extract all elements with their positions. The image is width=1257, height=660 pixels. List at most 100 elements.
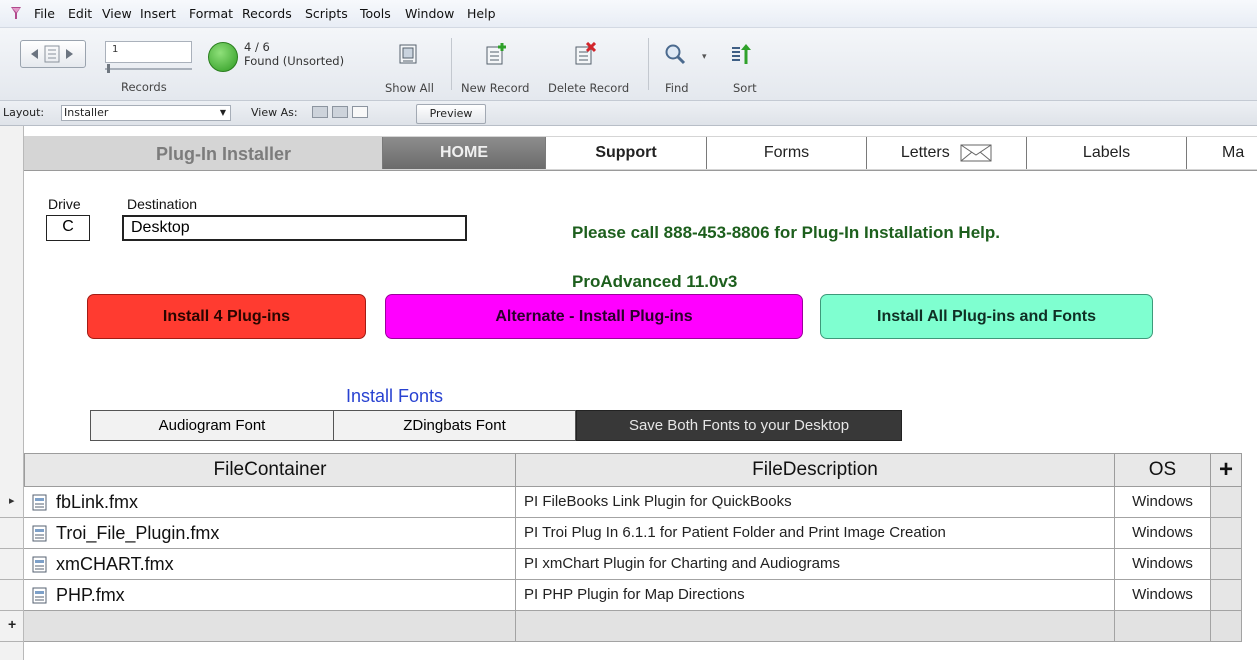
new-row-cell (1211, 611, 1242, 642)
record-marker (0, 580, 23, 611)
find-dropdown-icon[interactable]: ▾ (702, 52, 707, 62)
table-row[interactable]: PHP.fmx (24, 580, 516, 611)
menu-view[interactable]: View (102, 6, 132, 21)
delete-record-button[interactable]: Delete Record (548, 81, 629, 95)
menu-format[interactable]: Format (189, 6, 233, 21)
menu-insert[interactable]: Insert (140, 6, 176, 21)
menu-records[interactable]: Records (242, 6, 292, 21)
file-os[interactable]: Windows (1115, 518, 1211, 549)
install-fonts-heading: Install Fonts (346, 386, 444, 406)
menu-bar: File Edit View Insert Format Records Scr… (0, 0, 1257, 28)
record-slider-handle[interactable] (107, 64, 110, 73)
file-os[interactable]: Windows (1115, 487, 1211, 518)
file-name: fbLink.fmx (56, 492, 139, 512)
menu-scripts[interactable]: Scripts (305, 6, 348, 21)
record-book-icon[interactable] (21, 41, 85, 67)
install-all-button[interactable]: Install All Plug-ins and Fonts (820, 294, 1153, 339)
table-row[interactable]: Troi_File_Plugin.fmx (24, 518, 516, 549)
menu-help[interactable]: Help (467, 6, 496, 21)
drive-label: Drive (48, 196, 81, 212)
file-name: Troi_File_Plugin.fmx (56, 523, 220, 543)
show-all-button[interactable]: Show All (385, 81, 434, 95)
layout-title: Plug-In Installer (156, 144, 292, 164)
find-button[interactable]: Find (665, 81, 689, 95)
destination-field[interactable]: Desktop (122, 215, 467, 241)
view-as-list-button[interactable] (332, 106, 348, 118)
file-container-icon (32, 525, 47, 542)
tab-labels[interactable]: Labels (1026, 137, 1186, 169)
tab-home[interactable]: HOME (382, 137, 545, 169)
layout-value: Installer (64, 106, 109, 119)
version-text: ProAdvanced 11.0v3 (572, 272, 738, 291)
view-as-form-button[interactable] (312, 106, 328, 118)
column-header-filedescription[interactable]: FileDescription (516, 453, 1115, 487)
layout-label: Layout: (3, 106, 45, 119)
find-icon[interactable] (664, 42, 686, 66)
status-toolbar: 1 Records 4 / 6 Found (Unsorted) Show Al… (0, 28, 1257, 101)
destination-label: Destination (127, 196, 198, 212)
tab-letters-label: Letters (900, 144, 950, 161)
column-header-filecontainer[interactable]: FileContainer (24, 453, 516, 487)
menu-tools[interactable]: Tools (360, 6, 391, 21)
tab-forms[interactable]: Forms (706, 137, 866, 169)
file-os[interactable]: Windows (1115, 580, 1211, 611)
table-row[interactable]: fbLink.fmx (24, 487, 516, 518)
table-row[interactable]: xmCHART.fmx (24, 549, 516, 580)
menu-edit[interactable]: Edit (68, 6, 92, 21)
new-record-icon[interactable] (485, 42, 507, 66)
new-record-button[interactable]: New Record (461, 81, 529, 95)
layout-select[interactable]: Installer ▼ (61, 105, 231, 121)
record-marker (0, 518, 23, 549)
save-both-fonts-button[interactable]: Save Both Fonts to your Desktop (576, 410, 902, 441)
current-record-field[interactable]: 1 (105, 41, 192, 63)
new-record-marker[interactable]: + (0, 611, 23, 642)
new-row-cell[interactable] (516, 611, 1115, 642)
install-4-plugins-button[interactable]: Install 4 Plug-ins (87, 294, 366, 339)
audiogram-font-button[interactable]: Audiogram Font (90, 410, 334, 441)
new-row-cell[interactable] (24, 611, 516, 642)
toolbar-divider (648, 38, 649, 90)
found-count: 4 / 6 (244, 40, 270, 54)
preview-button[interactable]: Preview (416, 104, 486, 124)
plus-icon: + (8, 616, 17, 632)
new-row-cell[interactable] (1115, 611, 1211, 642)
chevron-down-icon: ▼ (219, 108, 226, 117)
add-field-button[interactable]: + (1211, 453, 1242, 487)
file-description[interactable]: PI xmChart Plugin for Charting and Audio… (516, 549, 1115, 580)
file-container-icon (32, 556, 47, 573)
record-marker (0, 549, 23, 580)
column-header-os[interactable]: OS (1115, 453, 1211, 487)
file-os[interactable]: Windows (1115, 549, 1211, 580)
toolbar-divider (451, 38, 452, 90)
file-description[interactable]: PI Troi Plug In 6.1.1 for Patient Folder… (516, 518, 1115, 549)
view-as-table-button[interactable] (352, 106, 368, 118)
empty-cell (1211, 487, 1242, 518)
drive-field[interactable]: C (46, 215, 90, 241)
menu-file[interactable]: File (34, 6, 55, 21)
tab-letters[interactable]: Letters (866, 137, 1026, 169)
show-all-icon[interactable] (397, 42, 419, 66)
found-status: Found (Unsorted) (244, 54, 345, 68)
tab-ma[interactable]: Ma (1186, 137, 1257, 169)
filemaker-app-icon[interactable] (9, 6, 23, 20)
empty-cell (1211, 518, 1242, 549)
tab-support[interactable]: Support (545, 137, 706, 169)
menu-window[interactable]: Window (405, 6, 454, 21)
empty-cell (1211, 580, 1242, 611)
help-phone-text: Please call 888-453-8806 for Plug-In Ins… (572, 223, 1000, 242)
file-container-icon (32, 587, 47, 604)
sort-icon[interactable] (730, 42, 752, 66)
file-description[interactable]: PI FileBooks Link Plugin for QuickBooks (516, 487, 1115, 518)
current-record-marker: ▸ (0, 487, 23, 518)
zdingbats-font-button[interactable]: ZDingbats Font (333, 410, 576, 441)
delete-record-icon[interactable] (574, 42, 596, 66)
record-navigator[interactable] (20, 40, 86, 68)
found-set-pie-icon (208, 42, 238, 72)
layout-nav-bar: Plug-In Installer HOME Support Forms Let… (24, 136, 1257, 171)
record-slider[interactable] (105, 68, 192, 70)
file-description[interactable]: PI PHP Plugin for Map Directions (516, 580, 1115, 611)
file-name: xmCHART.fmx (56, 554, 174, 574)
layout-bar: Layout: Installer ▼ View As: Preview (0, 101, 1257, 126)
sort-button[interactable]: Sort (733, 81, 757, 95)
alternate-install-button[interactable]: Alternate - Install Plug-ins (385, 294, 803, 339)
